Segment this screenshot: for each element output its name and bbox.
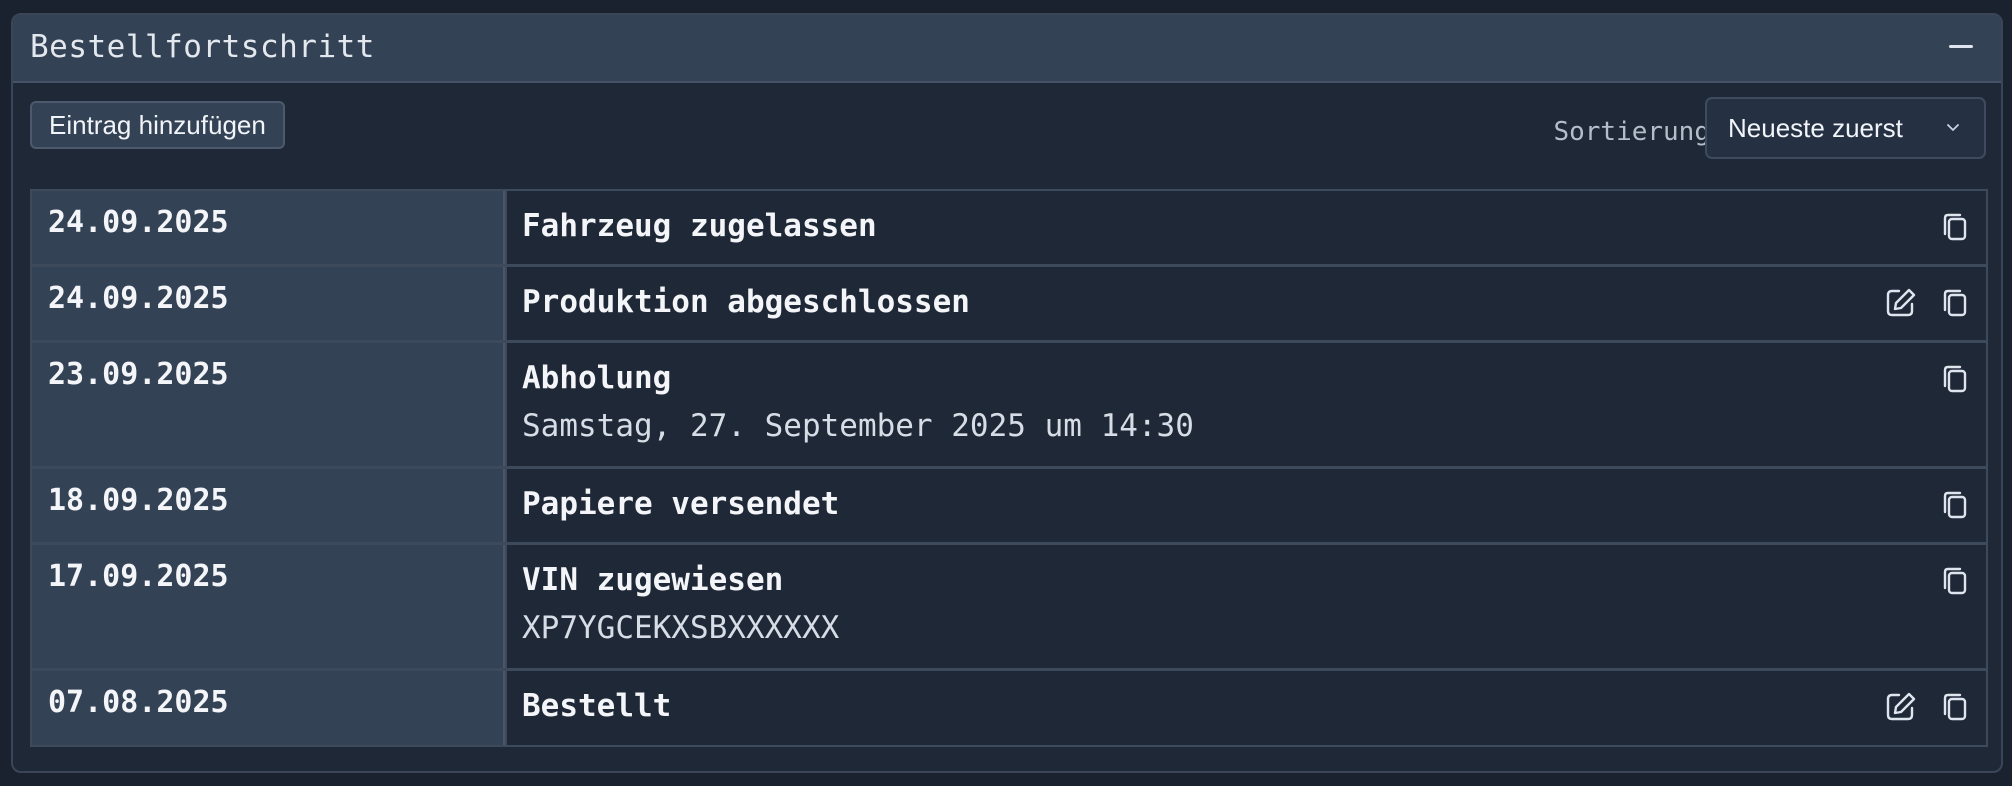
timeline-row: 24.09.2025 Fahrzeug zugelassen bbox=[32, 191, 1986, 267]
sort-select[interactable]: Neueste zuerst bbox=[1705, 97, 1986, 159]
entry-title: VIN zugewiesen bbox=[522, 562, 784, 598]
minus-icon[interactable] bbox=[1949, 45, 1973, 48]
timeline-row: 24.09.2025 Produktion abgeschlossen bbox=[32, 267, 1986, 343]
entry-date: 24.09.2025 bbox=[32, 267, 505, 340]
entry-detail: XP7YGCEKXSBXXXXXX bbox=[522, 610, 840, 646]
chevron-down-icon bbox=[1947, 124, 1959, 131]
timeline-row: 17.09.2025 VIN zugewiesen XP7YGCEKXSBXXX… bbox=[32, 545, 1986, 671]
timeline-row: 07.08.2025 Bestellt bbox=[32, 671, 1986, 747]
entry-content: Produktion abgeschlossen bbox=[505, 267, 1986, 340]
entry-detail: Samstag, 27. September 2025 um 14:30 bbox=[522, 408, 1194, 444]
panel-title: Bestellfortschritt bbox=[30, 29, 375, 65]
entry-title: Abholung bbox=[522, 360, 672, 396]
copy-icon[interactable] bbox=[1940, 211, 1970, 243]
copy-icon[interactable] bbox=[1940, 565, 1970, 597]
edit-icon[interactable] bbox=[1884, 691, 1918, 723]
add-entry-button[interactable]: Eintrag hinzufügen bbox=[30, 101, 285, 149]
panel-header: Bestellfortschritt bbox=[13, 15, 2001, 83]
copy-icon[interactable] bbox=[1940, 691, 1970, 723]
entry-date: 07.08.2025 bbox=[32, 671, 505, 745]
order-progress-panel: Bestellfortschritt Eintrag hinzufügen So… bbox=[11, 13, 2003, 773]
entry-content: VIN zugewiesen XP7YGCEKXSBXXXXXX bbox=[505, 545, 1986, 668]
edit-icon[interactable] bbox=[1884, 287, 1918, 319]
copy-icon[interactable] bbox=[1940, 489, 1970, 521]
entry-date: 24.09.2025 bbox=[32, 191, 505, 264]
timeline-row: 18.09.2025 Papiere versendet bbox=[32, 469, 1986, 545]
sort-select-value: Neueste zuerst bbox=[1728, 112, 1903, 143]
entry-date: 23.09.2025 bbox=[32, 343, 505, 466]
copy-icon[interactable] bbox=[1940, 287, 1970, 319]
entry-content: Papiere versendet bbox=[505, 469, 1986, 542]
entry-date: 17.09.2025 bbox=[32, 545, 505, 668]
entry-content: Fahrzeug zugelassen bbox=[505, 191, 1986, 264]
entry-title: Bestellt bbox=[522, 688, 672, 724]
entry-title: Papiere versendet bbox=[522, 486, 840, 522]
toolbar: Eintrag hinzufügen Sortierung Neueste zu… bbox=[13, 83, 2001, 183]
sort-label: Sortierung bbox=[1553, 117, 1710, 147]
entry-date: 18.09.2025 bbox=[32, 469, 505, 542]
timeline-row: 23.09.2025 Abholung Samstag, 27. Septemb… bbox=[32, 343, 1986, 469]
entry-title: Fahrzeug zugelassen bbox=[522, 208, 877, 244]
entry-content: Abholung Samstag, 27. September 2025 um … bbox=[505, 343, 1986, 466]
entry-title: Produktion abgeschlossen bbox=[522, 284, 970, 320]
timeline-list: 24.09.2025 Fahrzeug zugelassen 24.09.202… bbox=[30, 189, 1988, 747]
entry-content: Bestellt bbox=[505, 671, 1986, 745]
copy-icon[interactable] bbox=[1940, 363, 1970, 395]
